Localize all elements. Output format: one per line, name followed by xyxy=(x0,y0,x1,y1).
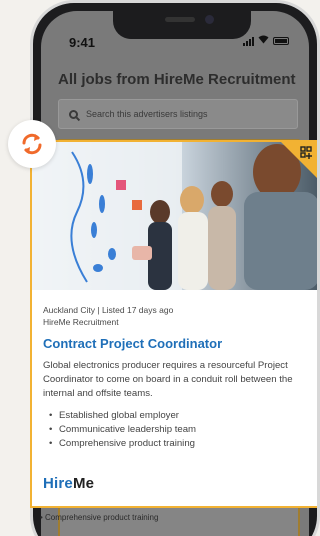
job-meta: Auckland City | Listed 17 days ago HireM… xyxy=(32,290,317,328)
job-location-line: Auckland City | Listed 17 days ago xyxy=(43,304,317,316)
logo-me: Me xyxy=(72,475,95,492)
job-bullets: Established global employer Communicativ… xyxy=(49,409,317,451)
page-title: All jobs from HireMe Recruitment xyxy=(58,71,296,88)
refresh-badge[interactable] xyxy=(8,120,56,168)
company-logo: HireMe xyxy=(43,475,94,492)
refresh-icon xyxy=(22,133,42,155)
job-card[interactable]: Auckland City | Listed 17 days ago HireM… xyxy=(30,140,317,508)
list-item: Established global employer xyxy=(49,409,317,423)
status-icons xyxy=(243,35,289,47)
job-description: Global electronics producer requires a r… xyxy=(43,360,293,399)
list-item: Comprehensive product training xyxy=(49,437,317,451)
list-item: Communicative leadership team xyxy=(49,423,317,437)
signal-icon xyxy=(243,36,254,46)
battery-icon xyxy=(273,37,289,45)
job-location: Auckland City xyxy=(43,305,95,315)
speaker xyxy=(165,17,195,22)
search-input[interactable]: Search this advertisers listings xyxy=(58,99,298,129)
job-listed-date: Listed 17 days ago xyxy=(101,305,174,315)
background-bullet: • Comprehensive product training xyxy=(40,513,159,522)
notch xyxy=(113,11,251,39)
wifi-icon xyxy=(258,35,269,47)
camera xyxy=(205,15,214,24)
status-time: 9:41 xyxy=(69,35,96,50)
job-photo xyxy=(32,142,317,290)
featured-tag-icon xyxy=(281,142,317,178)
job-advertiser: HireMe Recruitment xyxy=(43,317,119,327)
search-placeholder: Search this advertisers listings xyxy=(86,109,208,119)
meta-separator: | xyxy=(97,305,100,315)
job-title[interactable]: Contract Project Coordinator xyxy=(43,336,317,351)
search-icon xyxy=(69,109,78,119)
logo-hire: Hire xyxy=(43,475,73,492)
